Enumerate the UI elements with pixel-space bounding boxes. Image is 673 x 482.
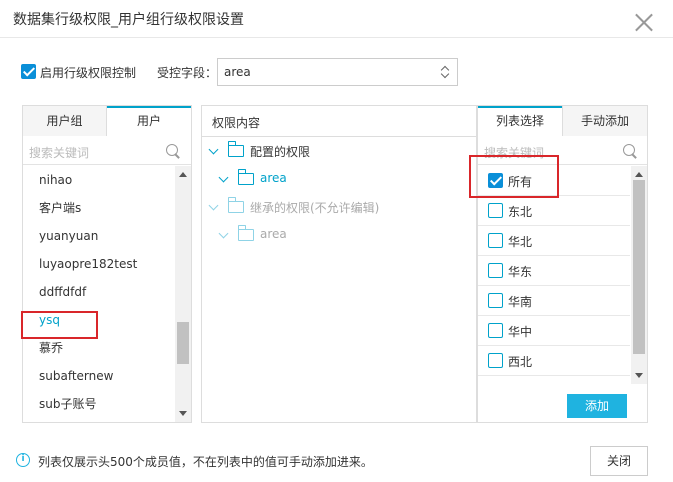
user-list: nihao 客户端s yuanyuan luyaopre182test ddff… <box>23 166 175 418</box>
option-label: 华北 <box>508 235 533 249</box>
option-checkbox[interactable] <box>488 233 503 248</box>
scroll-up-icon[interactable] <box>179 172 187 177</box>
user-item[interactable]: nihao <box>23 166 175 194</box>
tree-label: 配置的权限 <box>250 145 311 159</box>
option-item[interactable]: 华东 <box>478 256 630 286</box>
enable-row-permission-checkbox[interactable] <box>21 64 36 79</box>
option-checkbox[interactable] <box>488 293 503 308</box>
chevron-down-icon[interactable] <box>208 200 219 211</box>
option-checkbox[interactable] <box>488 203 503 218</box>
tab-list-select[interactable]: 列表选择 <box>478 106 562 137</box>
scroll-up-icon[interactable] <box>635 172 643 177</box>
permission-dialog: 数据集行级权限_用户组行级权限设置 启用行级权限控制 受控字段： area 用户… <box>0 0 673 482</box>
user-search-placeholder: 搜索关键词 <box>29 146 90 160</box>
tree-node-inherited[interactable]: 继承的权限(不允许编辑) <box>208 197 470 219</box>
close-icon[interactable] <box>634 12 654 32</box>
option-item[interactable]: 华南 <box>478 286 630 316</box>
chevron-down-icon[interactable] <box>218 172 229 183</box>
enable-row-permission-label: 启用行级权限控制 <box>40 66 137 80</box>
user-panel: 用户组 用户 搜索关键词 nihao 客户端s yuanyuan luyaopr… <box>22 105 192 423</box>
user-list-scrollbar[interactable] <box>175 166 191 422</box>
user-item[interactable]: ddffdfdf <box>23 278 175 306</box>
user-item[interactable]: sub子账号 <box>23 390 175 418</box>
tree-node-area-inherited[interactable]: area <box>218 225 470 247</box>
add-button[interactable]: 添加 <box>567 394 627 418</box>
user-item[interactable]: subafternew <box>23 362 175 390</box>
select-arrows-icon <box>440 64 450 80</box>
option-list-scrollbar[interactable] <box>631 166 647 384</box>
user-item[interactable]: yuanyuan <box>23 222 175 250</box>
tree-label: area <box>260 227 287 241</box>
folder-icon <box>237 169 254 185</box>
search-icon[interactable] <box>623 144 637 158</box>
option-label: 华南 <box>508 295 533 309</box>
folder-icon <box>237 225 254 241</box>
user-item[interactable]: luyaopre182test <box>23 250 175 278</box>
highlight-all-option <box>469 155 559 198</box>
user-panel-tabs: 用户组 用户 <box>23 106 191 137</box>
close-button[interactable]: 关闭 <box>590 446 648 476</box>
permission-content-panel: 权限内容 配置的权限 area 继承的权限(不允许编辑) area <box>201 105 477 423</box>
scroll-down-icon[interactable] <box>179 411 187 416</box>
title-divider <box>0 37 673 38</box>
tree-node-configured[interactable]: 配置的权限 <box>208 141 470 163</box>
folder-icon <box>227 141 244 157</box>
tree-node-area[interactable]: area <box>218 169 470 191</box>
info-text: 列表仅展示头500个成员值，不在列表中的值可手动添加进来。 <box>38 455 373 469</box>
option-checkbox[interactable] <box>488 353 503 368</box>
option-item[interactable]: 华中 <box>478 316 630 346</box>
option-item[interactable]: 西北 <box>478 346 630 376</box>
option-item[interactable]: 华北 <box>478 226 630 256</box>
header-divider <box>202 136 476 137</box>
controlled-field-select[interactable]: area <box>217 58 458 86</box>
tree-label: area <box>260 171 287 185</box>
option-label: 东北 <box>508 205 533 219</box>
chevron-down-icon[interactable] <box>218 228 229 239</box>
user-search-input[interactable]: 搜索关键词 <box>23 137 191 165</box>
folder-icon <box>227 197 244 213</box>
scroll-thumb[interactable] <box>633 180 645 354</box>
option-label: 华东 <box>508 265 533 279</box>
user-item[interactable]: 客户端s <box>23 194 175 222</box>
value-panel-tabs: 列表选择 手动添加 <box>478 106 647 137</box>
search-icon[interactable] <box>166 144 180 158</box>
permission-content-header: 权限内容 <box>212 116 261 130</box>
option-item[interactable]: 东北 <box>478 196 630 226</box>
value-select-panel: 列表选择 手动添加 搜索关键词 所有 东北 华北 华东 华南 华中 西北 添加 <box>477 105 648 423</box>
dialog-title: 数据集行级权限_用户组行级权限设置 <box>13 12 244 28</box>
controlled-field-value: area <box>224 65 251 79</box>
tab-manual-add[interactable]: 手动添加 <box>562 106 647 136</box>
info-icon: i <box>16 453 30 467</box>
controlled-field-label: 受控字段： <box>157 66 218 80</box>
tab-user-group[interactable]: 用户组 <box>23 106 107 136</box>
option-checkbox[interactable] <box>488 263 503 278</box>
option-checkbox[interactable] <box>488 323 503 338</box>
tree-label: 继承的权限(不允许编辑) <box>250 201 380 215</box>
option-label: 西北 <box>508 355 533 369</box>
option-label: 华中 <box>508 325 533 339</box>
highlight-selected-user <box>21 311 98 339</box>
scroll-down-icon[interactable] <box>635 373 643 378</box>
scroll-thumb[interactable] <box>177 322 189 364</box>
chevron-down-icon[interactable] <box>208 144 219 155</box>
tab-user[interactable]: 用户 <box>107 106 191 137</box>
